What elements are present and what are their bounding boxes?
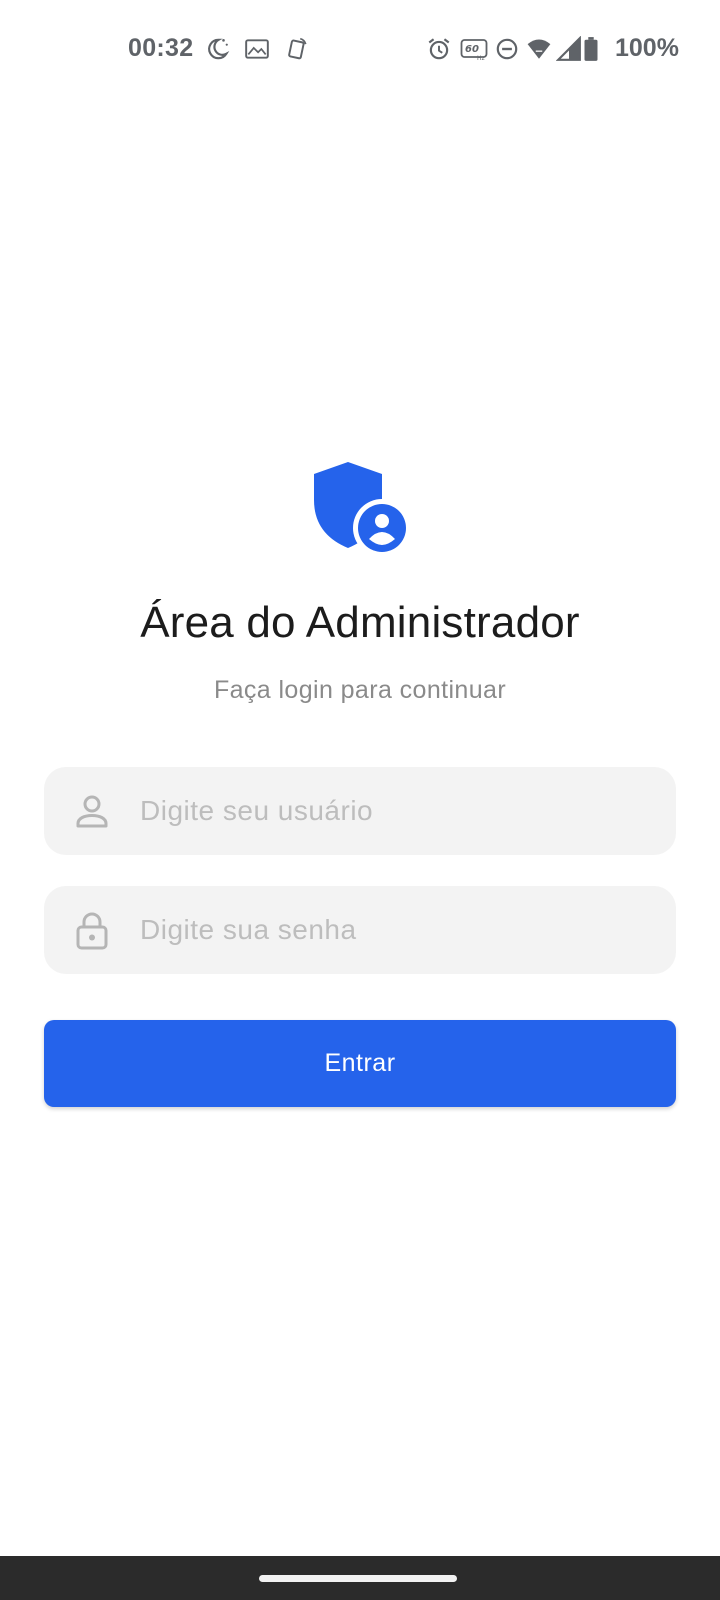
refresh-rate-icon: 60 Hz [460, 39, 488, 62]
lock-icon [76, 912, 108, 950]
login-button[interactable]: Entrar [44, 1020, 676, 1107]
status-bar: 00:32 60 Hz 100% [0, 0, 720, 100]
do-not-disturb-icon [496, 38, 518, 60]
navigation-bar [0, 1556, 720, 1600]
username-field[interactable] [44, 767, 676, 855]
image-icon [245, 39, 269, 59]
password-input[interactable] [140, 886, 650, 974]
wifi-icon [527, 39, 551, 59]
battery-icon [584, 37, 598, 61]
password-field[interactable] [44, 886, 676, 974]
moon-icon [208, 38, 230, 60]
rotate-icon [288, 37, 307, 60]
alarm-icon [428, 38, 450, 60]
page-title: Área do Administrador [140, 598, 580, 647]
svg-text:Hz: Hz [477, 55, 485, 62]
page-subtitle: Faça login para continuar [213, 676, 507, 704]
signal-icon [556, 36, 581, 61]
home-gesture-handle[interactable] [259, 1575, 457, 1582]
user-icon [76, 795, 108, 828]
battery-percentage: 100% [615, 34, 679, 62]
username-input[interactable] [140, 767, 650, 855]
svg-text:60: 60 [465, 44, 479, 55]
status-time: 00:32 [128, 34, 194, 62]
shield-user-icon [314, 462, 406, 554]
